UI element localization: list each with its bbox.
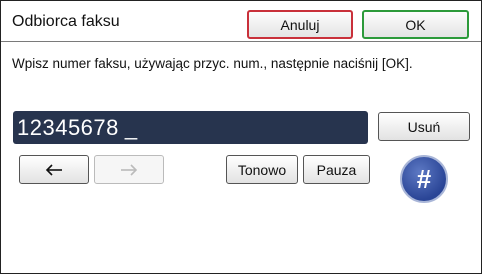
cursor-right-button[interactable] <box>94 155 164 184</box>
ok-button[interactable]: OK <box>362 10 469 39</box>
delete-button[interactable]: Usuń <box>378 112 470 141</box>
fax-destination-dialog: Odbiorca faksu Anuluj OK Wpisz numer fak… <box>0 0 482 274</box>
title-bar: Odbiorca faksu Anuluj OK <box>1 1 481 42</box>
pause-button[interactable]: Pauza <box>303 155 370 184</box>
dialog-title: Odbiorca faksu <box>12 13 120 30</box>
fax-number-value: 12345678 <box>17 114 119 140</box>
tone-button[interactable]: Tonowo <box>226 155 298 184</box>
fax-number-field[interactable]: 12345678 _ <box>13 111 368 144</box>
instruction-text: Wpisz numer faksu, używając przyc. num.,… <box>12 56 413 71</box>
text-cursor: _ <box>124 114 138 140</box>
cursor-left-button[interactable] <box>19 155 89 184</box>
cancel-button[interactable]: Anuluj <box>247 10 353 39</box>
arrow-right-icon <box>120 163 138 176</box>
hash-button[interactable]: # <box>400 155 448 203</box>
arrow-left-icon <box>45 163 63 176</box>
